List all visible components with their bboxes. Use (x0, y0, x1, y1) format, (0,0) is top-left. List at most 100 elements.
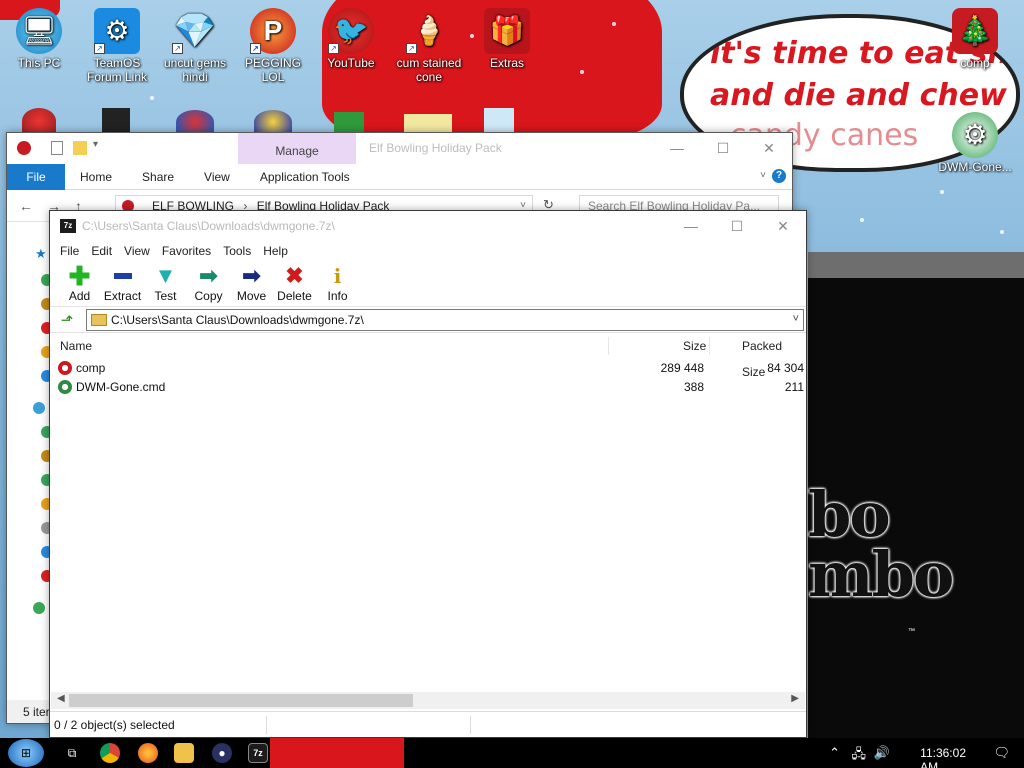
notification-icon[interactable]: 🗨 (993, 745, 1010, 761)
menu-tools[interactable]: Tools (217, 244, 257, 258)
scroll-left-icon[interactable]: ◀ (57, 693, 65, 704)
dark-wallpaper-area: bo mbo ™ (808, 278, 1024, 768)
check-icon: ▼ (154, 263, 177, 288)
move-button[interactable]: ➡ Move (230, 261, 273, 307)
nav-item-icon[interactable] (33, 402, 45, 414)
diamond-icon: 💎 ↗ (172, 12, 217, 54)
desktop-icon-partial[interactable] (22, 108, 56, 134)
file-name: comp (76, 361, 106, 375)
chevron-up-icon[interactable]: ⌃ (829, 745, 840, 761)
file-explorer-icon[interactable] (174, 743, 194, 763)
7zip-icon[interactable]: 7z (248, 743, 268, 763)
tab-share[interactable]: Share (127, 164, 189, 190)
star-icon[interactable]: ★ (35, 246, 47, 262)
tab-home[interactable]: Home (65, 164, 127, 190)
file-list[interactable]: Name Size Packed Size comp 289 448 84 30… (50, 333, 806, 685)
properties-icon[interactable] (51, 141, 63, 155)
column-packed-size[interactable]: Packed Size (742, 333, 806, 379)
info-button[interactable]: i Info (316, 261, 359, 307)
plus-icon: ✚ (68, 260, 91, 291)
up-folder-icon[interactable]: ⬏ (56, 310, 78, 330)
start-icon[interactable]: ⊞ (8, 739, 44, 767)
file-size: 289 448 (660, 361, 704, 375)
scroll-right-icon[interactable]: ▶ (791, 693, 799, 704)
7zip-title: C:\Users\Santa Claus\Downloads\dwmgone.7… (82, 219, 335, 233)
nav-item-icon[interactable] (33, 602, 45, 614)
minimize-button[interactable]: — (654, 133, 700, 163)
table-row[interactable]: DWM-Gone.cmd 388 211 (50, 378, 806, 397)
menu-view[interactable]: View (118, 244, 156, 258)
close-button[interactable]: ✕ (760, 211, 806, 241)
menu-help[interactable]: Help (257, 244, 294, 258)
desktop-icon-dwm-gone[interactable]: ⚙ DWM-Gone... (938, 112, 1012, 174)
close-button[interactable]: ✕ (746, 133, 792, 163)
file-packed: 84 304 (767, 361, 804, 375)
tab-manage[interactable]: Manage (238, 133, 356, 164)
path-input[interactable]: C:\Users\Santa Claus\Downloads\dwmgone.7… (86, 308, 804, 331)
desktop-icon-teamos[interactable]: ⚙ ↗ TeamOS Forum Link (80, 8, 154, 84)
arrow-right-icon: ➡ (242, 263, 261, 288)
table-row[interactable]: comp 289 448 84 304 (50, 359, 806, 378)
minus-icon (111, 265, 135, 287)
desktop-icon-comp[interactable]: 🎄 comp (938, 8, 1012, 70)
chevron-down-icon[interactable]: ˅ (760, 170, 766, 181)
desktop-icon-partial[interactable] (102, 108, 130, 132)
menu-favorites[interactable]: Favorites (156, 244, 217, 258)
explorer-title: Elf Bowling Holiday Pack (369, 141, 502, 155)
new-folder-icon[interactable] (73, 141, 87, 155)
menu-edit[interactable]: Edit (85, 244, 118, 258)
network-icon[interactable]: 🖧 (852, 745, 867, 767)
desktop-icon-partial[interactable] (404, 114, 452, 134)
tab-file[interactable]: File (7, 163, 65, 190)
help-icon[interactable]: ? (772, 169, 786, 183)
desktop-icon-partial[interactable] (254, 110, 292, 134)
firefox-icon[interactable] (138, 743, 158, 763)
chevron-down-icon[interactable]: ▾ (93, 139, 98, 150)
ornament-icon: ⚙ (952, 112, 998, 158)
scrollbar-thumb[interactable] (69, 694, 413, 707)
delete-button[interactable]: ✖ Delete (273, 261, 316, 307)
desktop-icon-extras[interactable]: 🎁 Extras (470, 8, 544, 70)
copy-button[interactable]: ➡ Copy (187, 261, 230, 307)
chrome-icon[interactable] (100, 743, 120, 763)
tab-application-tools[interactable]: Application Tools (245, 164, 365, 190)
desktop-icon-partial[interactable] (176, 110, 214, 134)
maximize-button[interactable]: ☐ (700, 133, 746, 163)
add-button[interactable]: ✚ Add (58, 261, 101, 307)
task-view-icon[interactable]: ⧉ (62, 743, 82, 763)
explorer-status: 5 iter (23, 705, 50, 719)
extract-button[interactable]: Extract (101, 261, 144, 307)
minimize-button[interactable]: — (668, 211, 714, 241)
clock[interactable]: 11:36:02 AM (920, 746, 966, 768)
taskbar: ⊞ ⧉ ● 7z ⌃ 🖧 🔊 11:36:02 AM 🗨 (0, 738, 1024, 768)
navigation-pane[interactable]: ★ (7, 222, 53, 700)
tab-view[interactable]: View (189, 164, 245, 190)
computer-icon: 🖥 (16, 8, 62, 54)
column-size[interactable]: Size (683, 333, 706, 359)
gear-icon: ⚙ ↗ (94, 8, 140, 54)
chevron-down-icon[interactable]: ˅ (793, 313, 799, 325)
p-letter-icon: P ↗ (250, 8, 296, 54)
desktop-icon-uncut-gems[interactable]: 💎 ↗ uncut gems hindi (158, 8, 232, 84)
logo-line-2: mbo (808, 538, 954, 611)
desktop-icon-partial[interactable] (334, 112, 364, 134)
explorer-titlebar[interactable]: ▾ Manage Elf Bowling Holiday Pack — ☐ ✕ (7, 133, 792, 164)
7zip-titlebar[interactable]: 7z C:\Users\Santa Claus\Downloads\dwmgon… (50, 211, 806, 241)
desktop-icon-this-pc[interactable]: 🖥 This PC (2, 8, 76, 70)
desktop-icon-cone[interactable]: 🍦 ↗ cum stained cone (392, 8, 466, 85)
volume-icon[interactable]: 🔊 (874, 745, 890, 761)
ornament-icon: 🎄 (952, 8, 998, 54)
horizontal-scrollbar[interactable]: ◀ ▶ (51, 692, 805, 709)
test-button[interactable]: ▼ Test (144, 261, 187, 307)
toolbar: ✚ Add Extract ▼ Test ➡ Copy ➡ Move ✖ Del… (50, 261, 806, 307)
file-size: 388 (683, 380, 704, 394)
desktop-icon-youtube[interactable]: 🐦 ↗ YouTube (314, 8, 388, 70)
7zip-window[interactable]: 7z C:\Users\Santa Claus\Downloads\dwmgon… (49, 210, 807, 738)
bomb-icon[interactable]: ● (212, 743, 232, 763)
column-name[interactable]: Name (60, 333, 92, 359)
maximize-button[interactable]: ☐ (714, 211, 760, 241)
desktop-icon-pegging[interactable]: P ↗ PEGGING LOL (236, 8, 310, 84)
menu-file[interactable]: File (54, 244, 85, 258)
desktop-icon-partial[interactable] (484, 108, 514, 134)
info-icon: i (333, 264, 342, 288)
